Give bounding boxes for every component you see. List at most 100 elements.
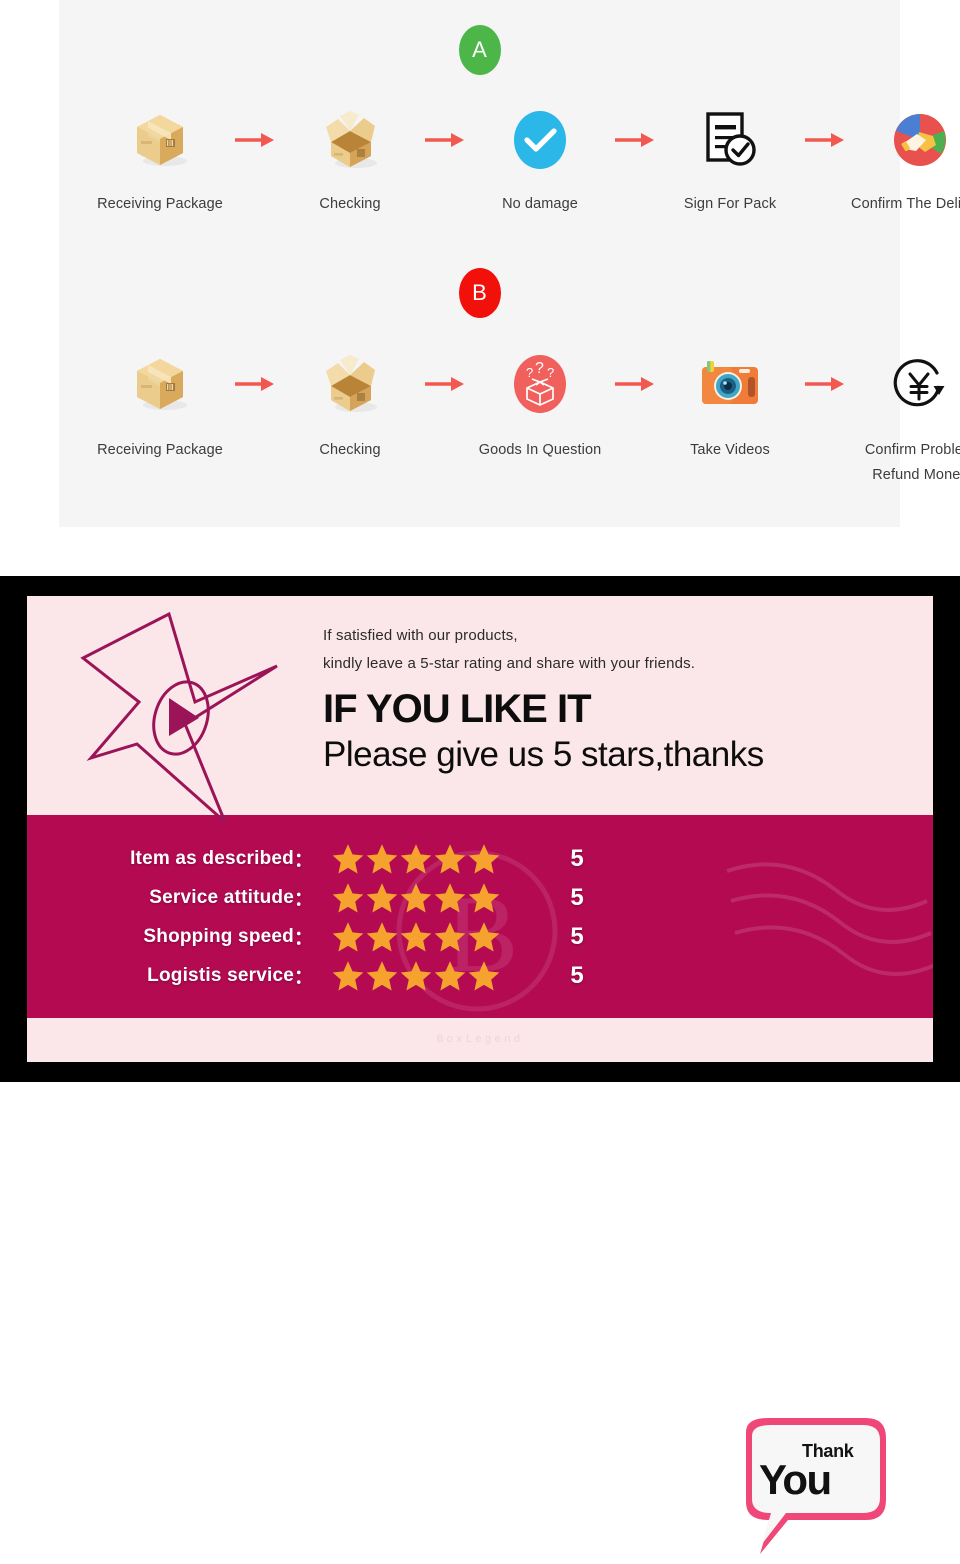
headline-big: IF YOU LIKE IT	[323, 686, 592, 731]
star-icon	[366, 882, 398, 912]
footer-strip: BoxLegend	[27, 1018, 933, 1062]
star-icon	[332, 960, 364, 990]
thank-you-line-2: You	[759, 1456, 832, 1503]
star-icon	[366, 960, 398, 990]
svg-text:?: ?	[535, 360, 544, 377]
feedback-card: If satisfied with our products, kindly l…	[27, 596, 933, 1062]
closed-box-icon	[89, 352, 231, 416]
rating-score: 5	[570, 922, 584, 950]
rating-stars	[331, 881, 543, 915]
closed-box-icon	[89, 108, 231, 172]
arrow-right-icon-b3	[611, 352, 659, 416]
star-icon	[400, 960, 432, 990]
rating-row: Service attitude ： 5	[57, 878, 597, 917]
rating-label: Logistis service	[147, 964, 294, 986]
rating-stars	[331, 842, 543, 876]
question-box-circle-icon: ? ? ?	[469, 352, 611, 416]
flow-step-label: Take Videos	[690, 442, 770, 458]
rating-stars	[331, 959, 543, 993]
section-badge-b: B	[458, 268, 501, 318]
rating-label: Shopping speed	[143, 925, 294, 947]
blue-check-circle-icon	[469, 108, 611, 172]
arrow-right-icon-a2	[421, 108, 469, 172]
flow-step-label: Receiving Package	[97, 442, 223, 458]
arrow-right-icon-b2	[421, 352, 469, 416]
yen-refund-icon	[849, 352, 960, 416]
star-icon	[468, 843, 500, 873]
star-icon	[366, 843, 398, 873]
rating-label: Service attitude	[149, 886, 294, 908]
rating-colon: ：	[293, 967, 313, 988]
flow-step-sign-for-pack-a[interactable]: Sign For Pack	[659, 108, 801, 217]
rating-list: Item as described ： 5 Service attitude ：	[57, 839, 597, 995]
flow-step-take-videos-b[interactable]: Take Videos	[659, 352, 801, 463]
rating-stars	[331, 920, 543, 954]
rating-label: Item as described	[130, 847, 294, 869]
flow-step-no-damage-a[interactable]: No damage	[469, 108, 611, 217]
flow-row-a: Receiving Package Checking No damage Sig…	[59, 108, 960, 217]
intro-line-1: If satisfied with our products,	[323, 627, 518, 644]
star-icon	[332, 882, 364, 912]
flow-step-goods-in-question-b[interactable]: ? ? ? Goods In Question	[469, 352, 611, 463]
flow-step-label: Sign For Pack	[683, 196, 777, 212]
flow-step-label: Checking	[319, 442, 381, 458]
rating-score: 5	[570, 844, 584, 872]
star-icon	[468, 921, 500, 951]
open-box-icon	[279, 108, 421, 172]
handshake-circle-icon	[849, 108, 960, 172]
camera-icon	[659, 352, 801, 416]
flow-step-label: Receiving Package	[97, 196, 223, 212]
arrow-right-icon-a3	[611, 108, 659, 172]
svg-text:?: ?	[526, 365, 533, 380]
star-icon	[468, 960, 500, 990]
star-icon	[332, 843, 364, 873]
wing-watermark-icon	[726, 862, 933, 976]
flow-step-checking-a[interactable]: Checking	[279, 108, 421, 217]
rating-colon: ：	[293, 889, 313, 910]
thank-you-bubble: Thank You	[726, 1414, 906, 1564]
rating-colon: ：	[293, 850, 313, 871]
rating-colon: ：	[293, 928, 313, 949]
headline-strip: If satisfied with our products, kindly l…	[27, 596, 933, 824]
star-icon	[434, 843, 466, 873]
headline-sub: Please give us 5 stars,thanks	[323, 734, 764, 774]
section-badge-a: A	[458, 25, 501, 75]
flow-step-receiving-package-b[interactable]: Receiving Package	[89, 352, 231, 463]
flow-step-label: Confirm The Delivery	[851, 196, 960, 212]
intro-line-2: kindly leave a 5-star rating and share w…	[323, 654, 696, 672]
svg-text:?: ?	[547, 365, 554, 380]
signed-document-icon	[659, 108, 801, 172]
star-icon	[332, 921, 364, 951]
rating-row: Logistis service ： 5	[57, 956, 597, 995]
arrow-right-icon-a4	[801, 108, 849, 172]
flow-step-label: Confirm Problem Refund Money	[864, 442, 960, 483]
flow-step-refund-money-b[interactable]: Confirm Problem Refund Money	[849, 352, 960, 488]
flow-step-receiving-package-a[interactable]: Receiving Package	[89, 108, 231, 217]
flow-row-b: Receiving Package Checking ? ? ? Goods I…	[59, 352, 960, 488]
star-icon	[400, 921, 432, 951]
flow-step-checking-b[interactable]: Checking	[279, 352, 421, 463]
star-icon	[366, 921, 398, 951]
rating-row: Item as described ： 5	[57, 839, 597, 878]
headline-text-block: If satisfied with our products, kindly l…	[323, 622, 883, 776]
flow-step-label: Goods In Question	[478, 442, 602, 458]
star-icon	[468, 882, 500, 912]
star-icon	[400, 882, 432, 912]
feedback-banner-frame: If satisfied with our products, kindly l…	[0, 576, 960, 1554]
flow-step-label: No damage	[502, 196, 578, 212]
open-box-icon	[279, 352, 421, 416]
star-outline-icon	[80, 611, 278, 824]
arrow-right-icon-b1	[231, 352, 279, 416]
star-icon	[434, 921, 466, 951]
rating-row: Shopping speed ： 5	[57, 917, 597, 956]
brand-watermark: BoxLegend	[436, 1034, 524, 1046]
arrow-right-icon-a1	[231, 108, 279, 172]
delivery-process-panel: A Receiving Package Checking No damage S…	[59, 0, 960, 527]
flow-step-confirm-delivery-a[interactable]: Confirm The Delivery	[849, 108, 960, 217]
rating-score: 5	[570, 883, 584, 911]
flow-step-label: Checking	[319, 196, 381, 212]
star-icon	[400, 843, 432, 873]
arrow-right-icon-b4	[801, 352, 849, 416]
star-icon	[434, 882, 466, 912]
rating-score: 5	[570, 961, 584, 989]
